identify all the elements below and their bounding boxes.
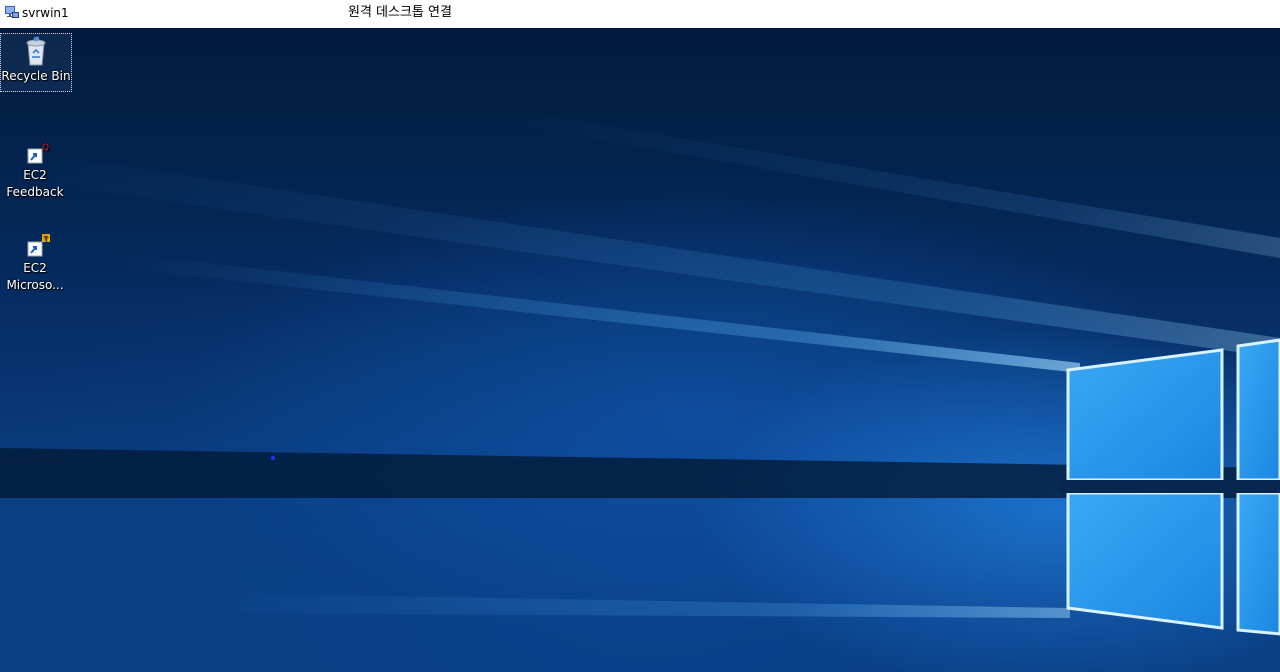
ec2-feedback-shortcut-icon: Q: [27, 143, 49, 164]
desktop-icon-ec2-feedback[interactable]: Q EC2 Feedback: [0, 141, 70, 201]
desktop-icon-ec2-microsoft[interactable]: T EC2 Microso...: [0, 234, 70, 294]
desktop-icon-label: Recycle Bin: [1, 69, 71, 83]
desktop-icon-label-line2: Microso...: [6, 278, 64, 292]
windows-wallpaper: [0, 108, 1280, 636]
svg-text:Q: Q: [42, 143, 49, 153]
desktop-icon-label-line1: EC2: [23, 261, 47, 275]
desktop-icon-recycle-bin[interactable]: Recycle Bin: [0, 33, 72, 92]
svg-text:T: T: [43, 235, 49, 243]
ec2-microsoft-shortcut-icon: T: [27, 234, 50, 257]
desktop[interactable]: Recycle Bin Q EC2 Feedback T EC2 Microso…: [0, 28, 1280, 672]
app-title: 원격 데스크톱 연결: [348, 5, 452, 20]
window-title: svrwin1: [22, 6, 69, 20]
desktop-icon-label-line2: Feedback: [6, 185, 64, 199]
window-title-bar: svrwin1 원격 데스크톱 연결: [0, 0, 1280, 28]
desktop-icon-label-line1: EC2: [23, 168, 47, 182]
recycle-bin-icon: [26, 36, 46, 66]
remote-desktop-icon[interactable]: [4, 5, 20, 21]
